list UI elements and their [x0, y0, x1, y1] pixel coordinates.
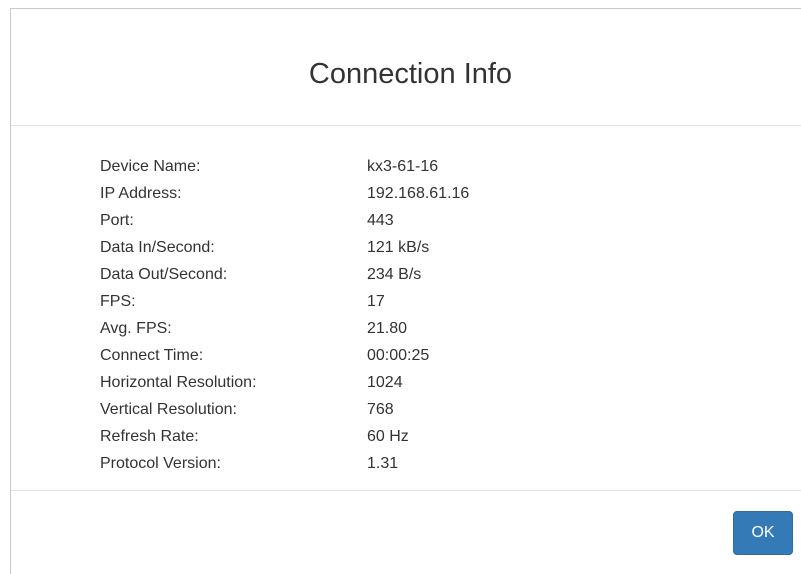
info-row-data-in: Data In/Second: 121 kB/s: [100, 238, 700, 265]
info-row-avg-fps: Avg. FPS: 21.80: [100, 319, 700, 346]
connection-info-dialog: Connection Info Device Name: kx3-61-16 I…: [10, 8, 801, 574]
info-value: 00:00:25: [367, 347, 430, 364]
info-value: 17: [367, 293, 385, 310]
info-value: 443: [367, 212, 394, 229]
info-label: Port:: [100, 212, 134, 229]
dialog-body: Device Name: kx3-61-16 IP Address: 192.1…: [11, 126, 801, 489]
info-label: Protocol Version:: [100, 455, 221, 472]
info-row-device-name: Device Name: kx3-61-16: [100, 157, 700, 184]
info-row-port: Port: 443: [100, 211, 700, 238]
dialog-title: Connection Info: [308, 58, 513, 90]
info-value: 234 B/s: [367, 266, 422, 283]
info-value: 1024: [367, 374, 403, 391]
info-value: 192.168.61.16: [367, 185, 470, 202]
info-value: 1.31: [367, 455, 399, 472]
info-label: Device Name:: [100, 158, 201, 175]
ok-button[interactable]: OK: [733, 511, 793, 555]
info-label: Data In/Second:: [100, 239, 215, 256]
info-label: Data Out/Second:: [100, 266, 228, 283]
info-row-protocol-version: Protocol Version: 1.31: [100, 454, 700, 481]
info-row-vertical-resolution: Vertical Resolution: 768: [100, 400, 700, 427]
info-row-fps: FPS: 17: [100, 292, 700, 319]
info-label: Avg. FPS:: [100, 320, 172, 337]
info-row-horizontal-resolution: Horizontal Resolution: 1024: [100, 373, 700, 400]
info-value: kx3-61-16: [367, 158, 439, 175]
info-value: 60 Hz: [367, 428, 409, 445]
info-label: IP Address:: [100, 185, 182, 202]
info-value: 121 kB/s: [367, 239, 430, 256]
info-value: 21.80: [367, 320, 408, 337]
info-label: FPS:: [100, 293, 136, 310]
dialog-footer: OK: [11, 490, 801, 574]
info-value: 768: [367, 401, 394, 418]
info-label: Refresh Rate:: [100, 428, 199, 445]
info-row-data-out: Data Out/Second: 234 B/s: [100, 265, 700, 292]
info-row-refresh-rate: Refresh Rate: 60 Hz: [100, 427, 700, 454]
info-label: Vertical Resolution:: [100, 401, 237, 418]
info-label: Connect Time:: [100, 347, 204, 364]
dialog-header: Connection Info: [11, 9, 801, 126]
info-row-ip-address: IP Address: 192.168.61.16: [100, 184, 700, 211]
info-label: Horizontal Resolution:: [100, 374, 257, 391]
info-row-connect-time: Connect Time: 00:00:25: [100, 346, 700, 373]
